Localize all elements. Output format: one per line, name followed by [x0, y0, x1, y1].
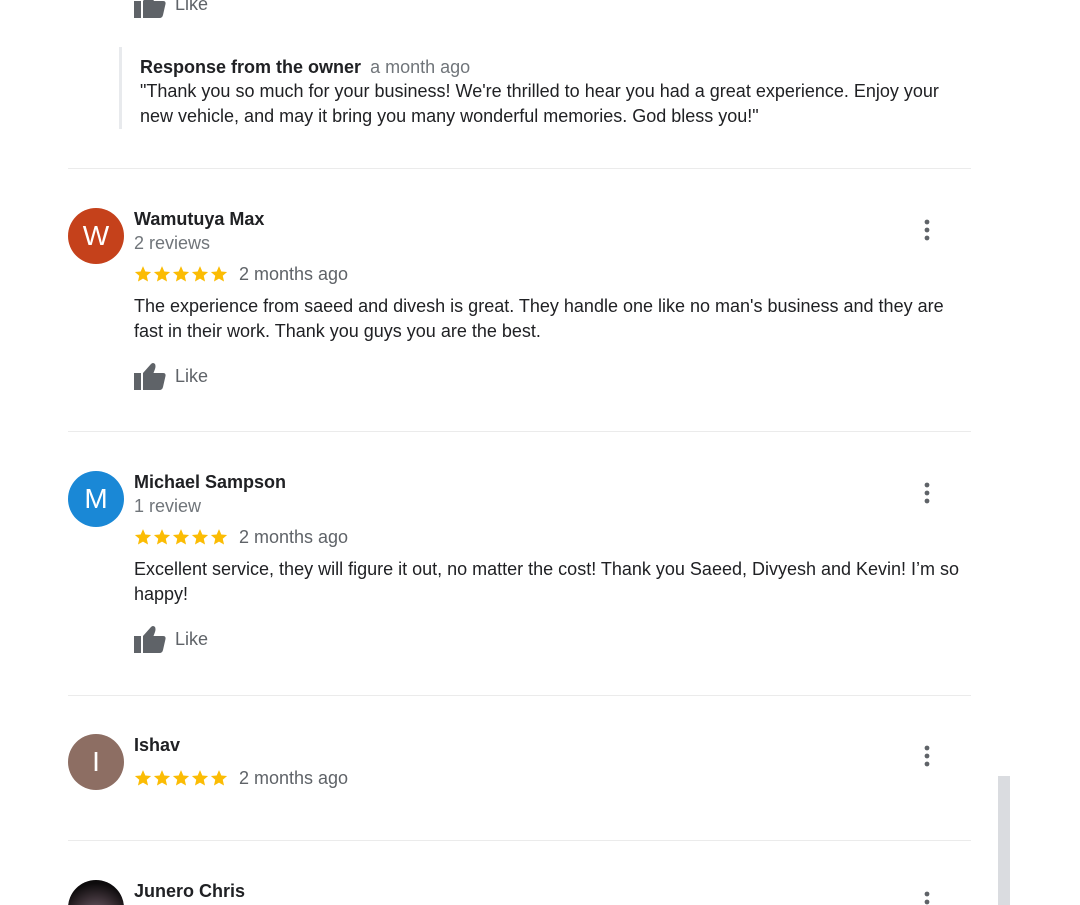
star-icon — [172, 529, 190, 545]
avatar[interactable]: W — [68, 208, 124, 264]
thumbs-up-icon — [134, 626, 166, 653]
reviewer-review-count: 2 reviews — [134, 233, 211, 253]
review-body: Ishav 2 months ago — [134, 734, 964, 791]
avatar[interactable]: M — [68, 471, 124, 527]
more-vert-icon — [924, 482, 930, 504]
review-card: Junero Chris — [68, 880, 971, 905]
like-button[interactable]: Like — [134, 623, 964, 655]
review-card: I Ishav 2 months ago — [68, 734, 971, 814]
star-rating — [134, 265, 228, 283]
review-body: Michael Sampson 1 review 2 months ago Ex… — [134, 471, 964, 655]
reviewer-name[interactable]: Michael Sampson — [134, 471, 964, 493]
star-icon — [134, 266, 152, 282]
review-text: Excellent service, they will figure it o… — [134, 557, 964, 607]
review-body: Junero Chris — [134, 880, 964, 902]
reviews-page: Like Response from the owner a month ago… — [0, 0, 1080, 905]
reviewer-name[interactable]: Junero Chris — [134, 880, 964, 902]
owner-response-time: a month ago — [370, 57, 471, 77]
star-icon — [153, 266, 171, 282]
more-vert-icon — [924, 891, 930, 905]
owner-response-line: "Thank you so much for your business! We… — [140, 81, 939, 101]
owner-response: Response from the owner a month ago "Tha… — [119, 47, 959, 129]
star-icon — [172, 266, 190, 282]
review-time: 2 months ago — [239, 767, 349, 788]
divider — [68, 695, 971, 696]
more-vert-icon — [924, 745, 930, 767]
divider — [68, 840, 971, 841]
review-text-line: Excellent service, they will figure it o… — [134, 559, 960, 579]
like-button[interactable]: Like — [134, 0, 208, 20]
divider — [68, 431, 971, 432]
star-icon — [153, 529, 171, 545]
rating-row: 2 months ago — [134, 524, 964, 550]
scrollbar[interactable] — [998, 776, 1010, 905]
review-body: Wamutuya Max 2 reviews 2 months ago The … — [134, 208, 964, 392]
rating-row: 2 months ago — [134, 765, 964, 791]
star-icon — [210, 529, 228, 545]
more-options-button[interactable] — [915, 481, 939, 505]
reviewer-review-count: 1 review — [134, 496, 202, 516]
star-icon — [191, 770, 209, 786]
rating-row: 2 months ago — [134, 261, 964, 287]
star-rating — [134, 528, 228, 546]
star-icon — [134, 770, 152, 786]
more-vert-icon — [924, 219, 930, 241]
star-icon — [210, 266, 228, 282]
review-text-line: The experience from saeed and divesh is … — [134, 296, 944, 316]
star-icon — [210, 770, 228, 786]
avatar-initial: I — [92, 746, 100, 777]
more-options-button[interactable] — [915, 218, 939, 242]
review-time: 2 months ago — [239, 263, 349, 284]
like-label: Like — [175, 365, 209, 386]
avatar-initial: M — [84, 483, 108, 514]
review-time: 2 months ago — [239, 526, 349, 547]
star-rating — [134, 769, 228, 787]
star-icon — [191, 529, 209, 545]
review-card: M Michael Sampson 1 review 2 months ago … — [68, 471, 971, 661]
avatar[interactable]: I — [68, 734, 124, 790]
review-text: The experience from saeed and divesh is … — [134, 294, 964, 344]
owner-response-line: new vehicle, and may it bring you many w… — [140, 106, 759, 126]
divider — [68, 168, 971, 169]
owner-response-text: "Thank you so much for your business! We… — [140, 79, 959, 129]
avatar[interactable] — [68, 880, 124, 905]
reviewer-name[interactable]: Wamutuya Max — [134, 208, 964, 230]
owner-response-header: Response from the owner a month ago — [140, 55, 959, 79]
star-icon — [191, 266, 209, 282]
star-icon — [153, 770, 171, 786]
avatar-initial: W — [82, 220, 110, 251]
thumbs-up-icon — [134, 0, 166, 18]
star-icon — [172, 770, 190, 786]
review-card: W Wamutuya Max 2 reviews 2 months ago Th… — [68, 208, 971, 398]
review-text-line: fast in their work. Thank you guys you a… — [134, 321, 541, 341]
more-options-button[interactable] — [915, 744, 939, 768]
review-text-line: happy! — [134, 584, 189, 604]
thumbs-up-icon — [134, 363, 166, 390]
like-label: Like — [175, 628, 209, 649]
like-label: Like — [175, 0, 209, 14]
like-button[interactable]: Like — [134, 360, 964, 392]
more-options-button[interactable] — [915, 890, 939, 905]
star-icon — [134, 529, 152, 545]
reviewer-name[interactable]: Ishav — [134, 734, 964, 756]
owner-response-title: Response from the owner — [140, 57, 362, 77]
